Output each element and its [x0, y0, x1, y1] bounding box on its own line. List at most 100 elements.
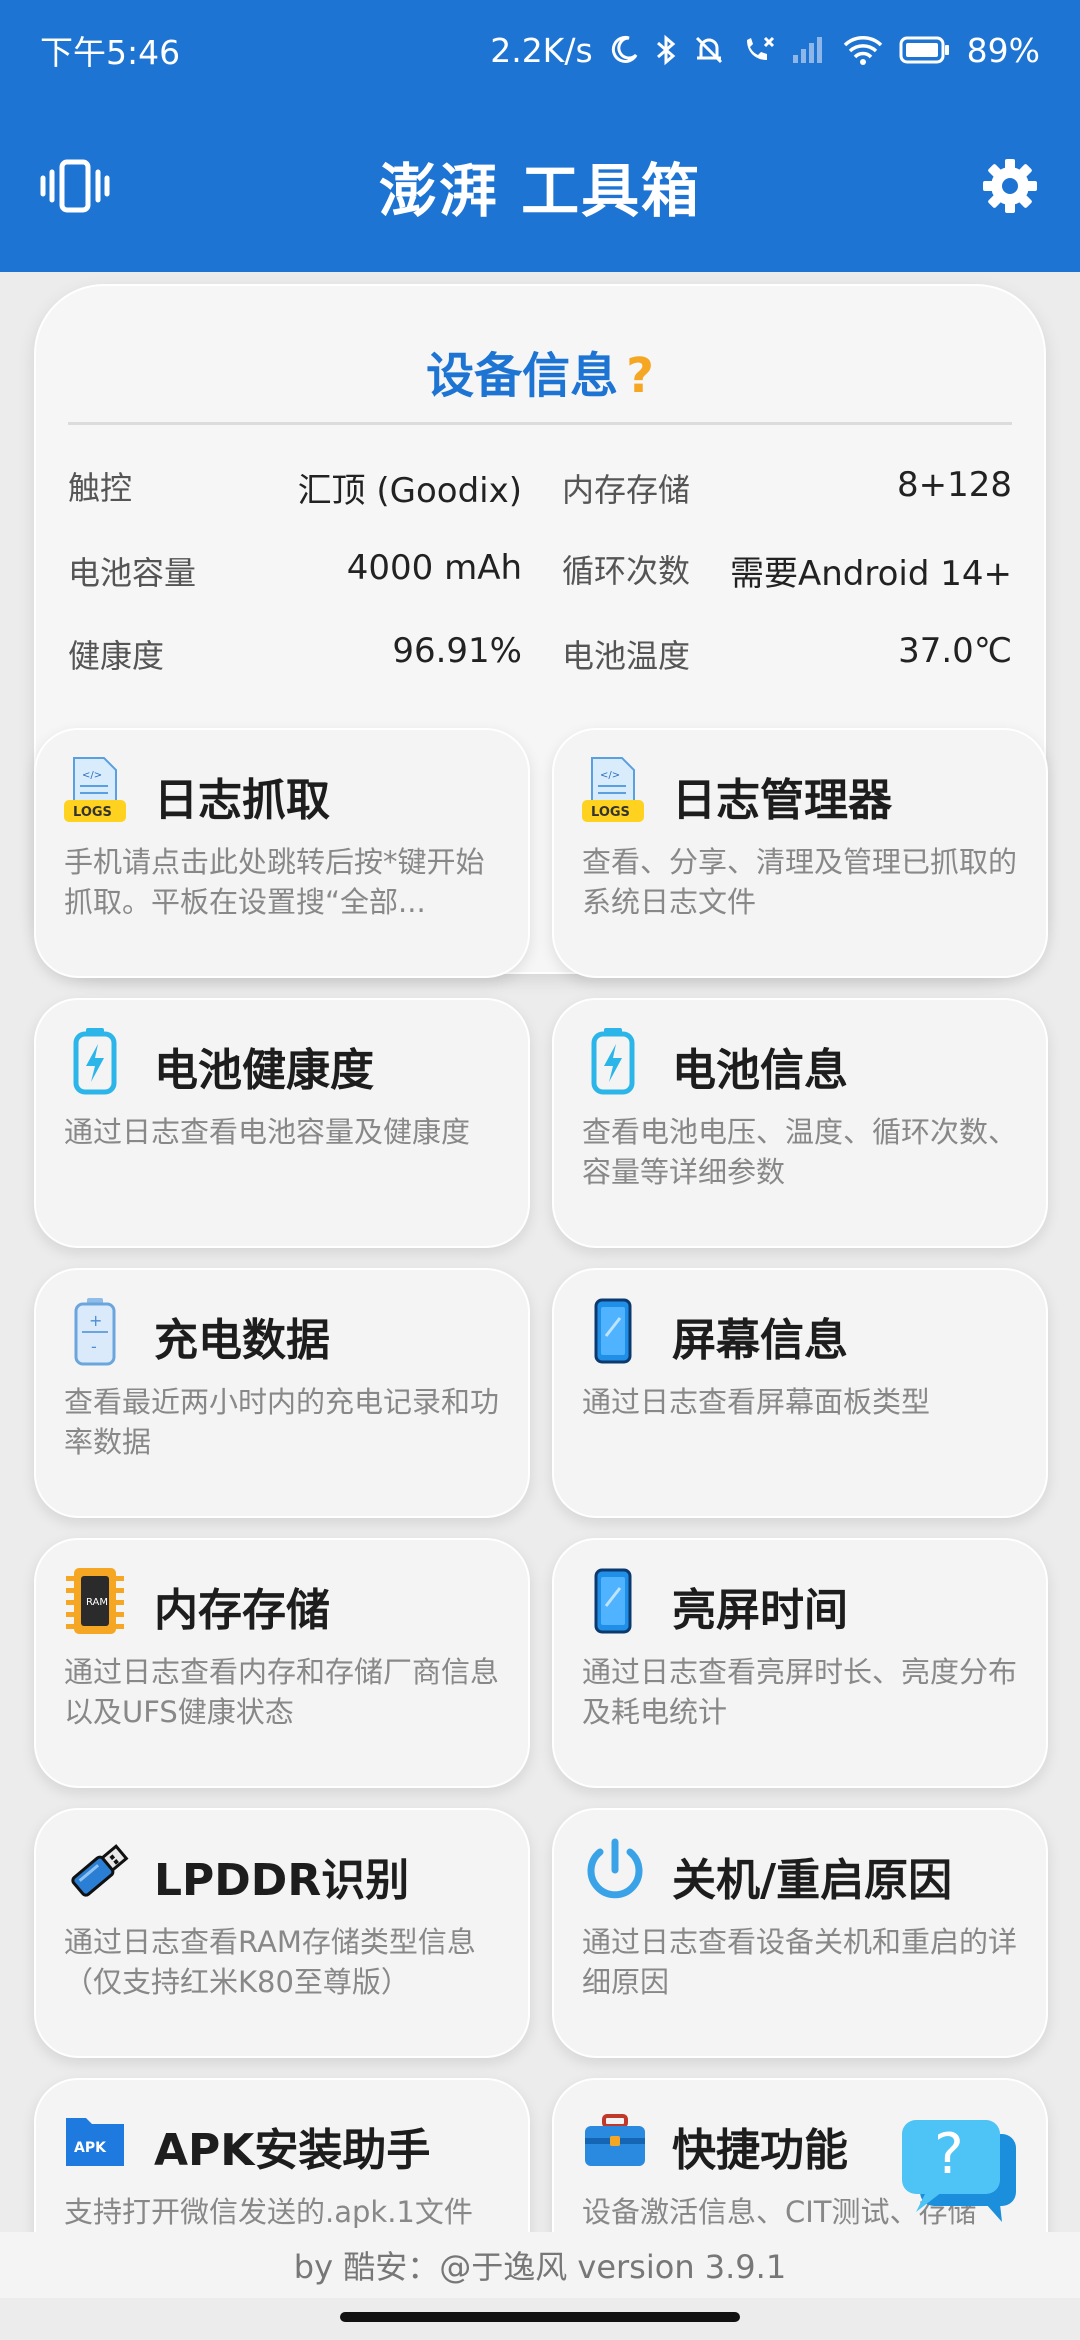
- device-info-title-text: 设备信息: [426, 348, 619, 404]
- info-label: 内存存储: [562, 470, 691, 509]
- svg-text:</>: </>: [600, 770, 620, 781]
- tool-card-screen-time[interactable]: 亮屏时间 通过日志查看亮屏时长、亮度分布及耗电统计: [552, 1538, 1048, 1788]
- bluetooth-icon: [655, 34, 677, 66]
- tool-title: LPDDR识别: [154, 1855, 410, 1906]
- svg-text:RAM: RAM: [86, 1597, 108, 1608]
- tool-card-charging-data[interactable]: + - 充电数据 查看最近两小时内的充电记录和功率数据: [34, 1268, 530, 1518]
- footer: by 酷安：@于逸风 version 3.9.1: [0, 2232, 1080, 2298]
- svg-text:-: -: [91, 1337, 97, 1356]
- tool-title: 电池健康度: [154, 1045, 374, 1096]
- info-value: 需要Android 14+: [729, 554, 1012, 594]
- help-chat-icon: ?: [934, 2122, 964, 2187]
- tool-desc: 通过日志查看屏幕面板类型: [582, 1385, 931, 1419]
- tool-desc: 通过日志查看RAM存储类型信息（仅支持红米K80至尊版）: [64, 1925, 476, 1999]
- svg-text:LOGS: LOGS: [591, 805, 630, 820]
- tool-card-battery-health[interactable]: 电池健康度 通过日志查看电池容量及健康度: [34, 998, 530, 1248]
- tool-title: 电池信息: [672, 1045, 848, 1096]
- page-title: 澎湃 工具箱: [378, 157, 702, 225]
- usb-stick-icon: [64, 1836, 129, 1906]
- tool-desc: 通过日志查看设备关机和重启的详细原因: [582, 1925, 1018, 1999]
- battery-percent: 89%: [966, 30, 1040, 70]
- app-bar: 澎湃 工具箱: [0, 100, 1080, 272]
- status-icons: 2.2K/s 89%: [490, 31, 1040, 70]
- info-row: 触控 汇顶 (Goodix) 内存存储 8+128: [68, 446, 1012, 529]
- apk-folder-icon: APK: [64, 2106, 126, 2176]
- tool-desc: 通过日志查看内存和存储厂商信息以及UFS健康状态: [64, 1655, 500, 1729]
- info-value: 8+128: [896, 464, 1012, 505]
- info-value: 37.0℃: [898, 630, 1012, 671]
- info-label: 循环次数: [562, 552, 691, 590]
- tool-desc: 通过日志查看电池容量及健康度: [64, 1115, 471, 1149]
- tool-card-shutdown-reason[interactable]: 关机/重启原因 通过日志查看设备关机和重启的详细原因: [552, 1808, 1048, 2058]
- info-value: 汇顶 (Goodix): [297, 471, 522, 511]
- info-label: 电池容量: [68, 553, 197, 592]
- tool-title: 充电数据: [154, 1315, 330, 1366]
- tool-desc: 通过日志查看亮屏时长、亮度分布及耗电统计: [582, 1655, 1018, 1729]
- info-value: 4000 mAh: [346, 547, 522, 588]
- tool-card-screen-info[interactable]: 屏幕信息 通过日志查看屏幕面板类型: [552, 1268, 1048, 1518]
- info-item-touch: 触控 汇顶 (Goodix): [68, 463, 540, 512]
- toolbox-icon: [582, 2106, 645, 2176]
- logs-icon: </> LOGS: [64, 756, 126, 826]
- gesture-handle[interactable]: [340, 2312, 740, 2322]
- svg-text:</>: </>: [82, 770, 102, 781]
- svg-text:+: +: [89, 1311, 102, 1330]
- info-item-storage: 内存存储 8+128: [540, 465, 1012, 511]
- battery-bolt-icon: [64, 1026, 126, 1096]
- ram-chip-icon: RAM: [64, 1566, 126, 1636]
- info-label: 电池温度: [562, 636, 691, 675]
- info-label: 健康度: [68, 636, 165, 675]
- tool-card-memory-storage[interactable]: RAM 内存存储 通过日志查看内存和存储厂商信息以及UFS健康状态: [34, 1538, 530, 1788]
- tool-card-apk-installer[interactable]: APK APK安装助手 支持打开微信发送的.apk.1文件: [34, 2078, 530, 2232]
- tool-title: APK安装助手: [154, 2125, 431, 2176]
- battery-bolt-icon: [582, 1026, 644, 1096]
- tool-title: 快捷功能: [672, 2125, 848, 2176]
- tool-card-log-capture[interactable]: </> LOGS 日志抓取 手机请点击此处跳转后按*键开始抓取。平板在设置搜“全部…: [34, 728, 530, 978]
- divider: [68, 422, 1012, 425]
- content-area[interactable]: 设备信息? 触控 汇顶 (Goodix) 内存存储 8+128 电池容量 400…: [0, 272, 1080, 2232]
- phone-icon: [582, 1296, 644, 1366]
- signal-icon: [791, 35, 827, 65]
- info-item-cycle-count: 循环次数 需要Android 14+: [540, 546, 1012, 595]
- tool-card-lpddr[interactable]: LPDDR识别 通过日志查看RAM存储类型信息（仅支持红米K80至尊版）: [34, 1808, 530, 2058]
- tool-title: 日志抓取: [154, 775, 330, 826]
- help-icon[interactable]: ?: [626, 348, 654, 404]
- status-time: 下午5:46: [40, 33, 181, 72]
- battery-status-icon: [899, 35, 951, 65]
- tool-card-log-manager[interactable]: </> LOGS 日志管理器 查看、分享、清理及管理已抓取的系统日志文件: [552, 728, 1048, 978]
- info-item-battery-capacity: 电池容量 4000 mAh: [68, 548, 540, 594]
- tool-title: 关机/重启原因: [672, 1855, 953, 1906]
- status-bar: 下午5:46 2.2K/s 89%: [0, 0, 1080, 100]
- tool-desc: 支持打开微信发送的.apk.1文件: [64, 2195, 473, 2229]
- moon-icon: [609, 35, 639, 65]
- logs-icon: </> LOGS: [582, 756, 644, 826]
- tool-card-battery-info[interactable]: 电池信息 查看电池电压、温度、循环次数、容量等详细参数: [552, 998, 1048, 1248]
- call-blocked-icon: [741, 34, 775, 66]
- phone-icon: [582, 1566, 644, 1636]
- device-info-title: 设备信息?: [36, 336, 1044, 406]
- tool-title: 日志管理器: [672, 775, 892, 826]
- info-label: 触控: [68, 469, 133, 507]
- info-item-health: 健康度 96.91%: [68, 631, 540, 677]
- tool-desc: 查看、分享、清理及管理已抓取的系统日志文件: [582, 845, 1018, 919]
- info-row: 电池容量 4000 mAh 循环次数 需要Android 14+: [68, 529, 1012, 612]
- tool-title: 内存存储: [154, 1585, 330, 1636]
- gear-icon[interactable]: [980, 156, 1040, 220]
- vibrate-icon[interactable]: [40, 156, 110, 220]
- tool-desc: 手机请点击此处跳转后按*键开始抓取。平板在设置搜“全部...: [64, 845, 485, 919]
- footer-text: by 酷安：@于逸风 version 3.9.1: [293, 2248, 787, 2286]
- power-icon: [582, 1836, 644, 1906]
- device-info-grid: 触控 汇顶 (Goodix) 内存存储 8+128 电池容量 4000 mAh …: [68, 446, 1012, 695]
- battery-icon: + -: [64, 1296, 126, 1366]
- wifi-icon: [843, 35, 883, 65]
- svg-text:APK: APK: [74, 2140, 107, 2156]
- help-chat-button[interactable]: ?: [896, 2116, 1022, 2226]
- info-value: 96.91%: [392, 630, 522, 671]
- bell-muted-icon: [693, 34, 725, 66]
- tool-title: 屏幕信息: [672, 1315, 848, 1366]
- info-row: 健康度 96.91% 电池温度 37.0℃: [68, 612, 1012, 695]
- tool-desc: 查看最近两小时内的充电记录和功率数据: [64, 1385, 500, 1459]
- svg-text:LOGS: LOGS: [73, 805, 112, 820]
- network-speed: 2.2K/s: [490, 30, 593, 70]
- tool-title: 亮屏时间: [672, 1585, 848, 1636]
